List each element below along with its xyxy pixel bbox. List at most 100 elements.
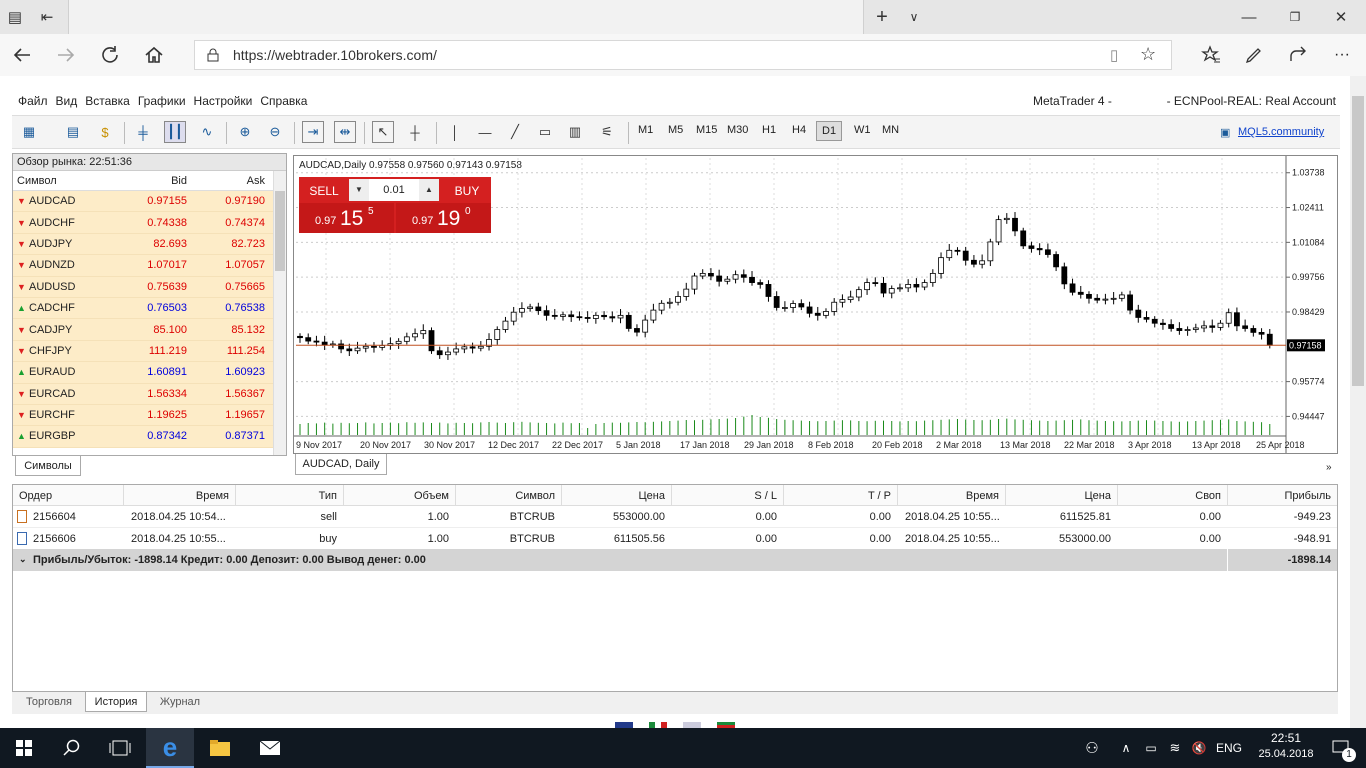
candle-body[interactable] bbox=[732, 274, 739, 280]
menu-settings[interactable]: Настройки bbox=[194, 94, 253, 108]
lot-increase-icon[interactable]: ▲ bbox=[419, 179, 439, 201]
tab-journal[interactable]: Журнал bbox=[152, 696, 208, 708]
candle-body[interactable] bbox=[929, 272, 936, 283]
back-icon[interactable] bbox=[0, 34, 44, 76]
edge-taskbar-icon[interactable]: e bbox=[146, 728, 194, 768]
sell-price[interactable]: 0.97 15 5 bbox=[299, 203, 394, 233]
candle-body[interactable] bbox=[1110, 297, 1117, 300]
trade-icon[interactable]: $ bbox=[94, 121, 116, 143]
tabs-scroll-icon[interactable]: » bbox=[1326, 462, 1332, 473]
candle-body[interactable] bbox=[946, 249, 953, 259]
tab-history[interactable]: История bbox=[85, 692, 147, 712]
candle-body[interactable] bbox=[403, 336, 410, 342]
market-watch-row[interactable]: ▲ CADCHF 0.76503 0.76538 bbox=[13, 297, 273, 320]
market-watch-scrollbar[interactable] bbox=[273, 171, 286, 455]
candle-body[interactable] bbox=[1160, 322, 1166, 325]
candle-body[interactable] bbox=[469, 346, 476, 349]
zoom-in-icon[interactable]: ⊕ bbox=[234, 121, 256, 143]
candle-body[interactable] bbox=[855, 289, 862, 298]
new-order-icon[interactable]: ▤ bbox=[62, 121, 84, 143]
new-chart-icon[interactable]: ▦ bbox=[18, 121, 40, 143]
candle-body[interactable] bbox=[987, 241, 994, 262]
lot-size-input[interactable]: 0.01 bbox=[369, 179, 419, 201]
candle-body[interactable] bbox=[592, 314, 599, 319]
vertical-line-icon[interactable]: │ bbox=[444, 121, 466, 143]
market-watch-row[interactable]: ▼ EURCHF 1.19625 1.19657 bbox=[13, 404, 273, 427]
tf-d1[interactable]: D1 bbox=[816, 121, 843, 141]
candle-body[interactable] bbox=[1102, 298, 1109, 301]
candle-body[interactable] bbox=[1184, 329, 1191, 331]
candle-body[interactable] bbox=[453, 348, 460, 353]
market-watch-row[interactable]: ▲ EURGBP 0.87342 0.87371 bbox=[13, 426, 273, 448]
candle-body[interactable] bbox=[658, 302, 665, 311]
candle-body[interactable] bbox=[1258, 332, 1265, 335]
address-bar[interactable]: https://webtrader.10brokers.com/ ▯ ☆ bbox=[194, 40, 1172, 70]
tab-symbols[interactable]: Символы bbox=[15, 456, 81, 476]
candle-body[interactable] bbox=[806, 306, 813, 314]
candle-body[interactable] bbox=[716, 275, 723, 282]
candle-body[interactable] bbox=[995, 219, 1002, 243]
candle-body[interactable] bbox=[1094, 297, 1101, 301]
new-tab-button[interactable]: + bbox=[866, 0, 898, 34]
tab-manager-icon[interactable]: ▤ bbox=[0, 0, 30, 34]
candle-body[interactable] bbox=[502, 320, 509, 330]
share-icon[interactable] bbox=[1276, 34, 1320, 76]
windows-start-icon[interactable] bbox=[0, 728, 48, 768]
tab-trade[interactable]: Торговля bbox=[16, 696, 82, 708]
candle-body[interactable] bbox=[584, 317, 591, 319]
people-icon[interactable]: ⚇ bbox=[1080, 728, 1104, 768]
bar-chart-icon[interactable]: ╪ bbox=[132, 121, 154, 143]
candle-body[interactable] bbox=[749, 276, 755, 283]
candle-body[interactable] bbox=[814, 312, 821, 316]
file-explorer-icon[interactable] bbox=[196, 728, 244, 768]
menu-charts[interactable]: Графики bbox=[138, 94, 186, 108]
candle-body[interactable] bbox=[609, 316, 616, 319]
line-chart-icon[interactable]: ∿ bbox=[196, 121, 218, 143]
orders-col-header[interactable]: Тип bbox=[235, 490, 337, 502]
candle-body[interactable] bbox=[535, 306, 542, 312]
candle-body[interactable] bbox=[823, 311, 829, 316]
tf-m30[interactable]: M30 bbox=[727, 124, 748, 136]
tf-h4[interactable]: H4 bbox=[792, 124, 806, 136]
candle-body[interactable] bbox=[1077, 291, 1084, 295]
candle-body[interactable] bbox=[494, 329, 501, 340]
close-window-button[interactable]: ✕ bbox=[1318, 0, 1364, 34]
collapse-icon[interactable]: ⌄ bbox=[19, 554, 27, 565]
active-tab[interactable] bbox=[68, 0, 864, 34]
candle-body[interactable] bbox=[576, 316, 583, 319]
candle-body[interactable] bbox=[1266, 333, 1273, 346]
candle-body[interactable] bbox=[971, 259, 977, 265]
candle-body[interactable] bbox=[601, 314, 607, 318]
candle-body[interactable] bbox=[420, 330, 427, 335]
candle-body[interactable] bbox=[1127, 294, 1133, 311]
candle-body[interactable] bbox=[346, 348, 353, 352]
candle-body[interactable] bbox=[354, 347, 361, 352]
col-symbol[interactable]: Символ bbox=[13, 175, 113, 187]
candle-body[interactable] bbox=[691, 275, 698, 290]
candle-body[interactable] bbox=[708, 272, 714, 277]
orders-col-header[interactable]: Цена bbox=[561, 490, 665, 502]
candle-body[interactable] bbox=[798, 303, 805, 308]
candle-body[interactable] bbox=[461, 346, 468, 350]
indicators-icon[interactable]: ⚟ bbox=[596, 121, 618, 143]
candle-body[interactable] bbox=[1242, 325, 1249, 329]
buy-price[interactable]: 0.97 19 0 bbox=[396, 203, 491, 233]
favorites-hub-icon[interactable] bbox=[1188, 34, 1232, 76]
candle-body[interactable] bbox=[1003, 217, 1010, 221]
candle-chart-icon[interactable]: ┃┃ bbox=[164, 121, 186, 143]
candle-body[interactable] bbox=[847, 296, 854, 301]
candle-body[interactable] bbox=[757, 282, 764, 285]
orders-col-header[interactable]: Прибыль bbox=[1227, 490, 1331, 502]
candle-body[interactable] bbox=[1176, 328, 1183, 331]
candle-body[interactable] bbox=[1086, 293, 1092, 299]
autoscroll-icon[interactable]: ⇥ bbox=[302, 121, 324, 143]
menu-help[interactable]: Справка bbox=[260, 94, 307, 108]
candle-body[interactable] bbox=[527, 306, 534, 309]
candle-body[interactable] bbox=[938, 257, 944, 274]
favorite-star-icon[interactable]: ☆ bbox=[1140, 44, 1156, 65]
candle-body[interactable] bbox=[297, 335, 303, 339]
market-watch-row[interactable]: ▼ AUDCAD 0.97155 0.97190 bbox=[13, 191, 273, 213]
action-center-icon[interactable]: 1 bbox=[1322, 728, 1360, 768]
market-watch-row[interactable]: ▼ AUDNZD 1.07017 1.07057 bbox=[13, 255, 273, 277]
candle-body[interactable] bbox=[781, 307, 788, 309]
